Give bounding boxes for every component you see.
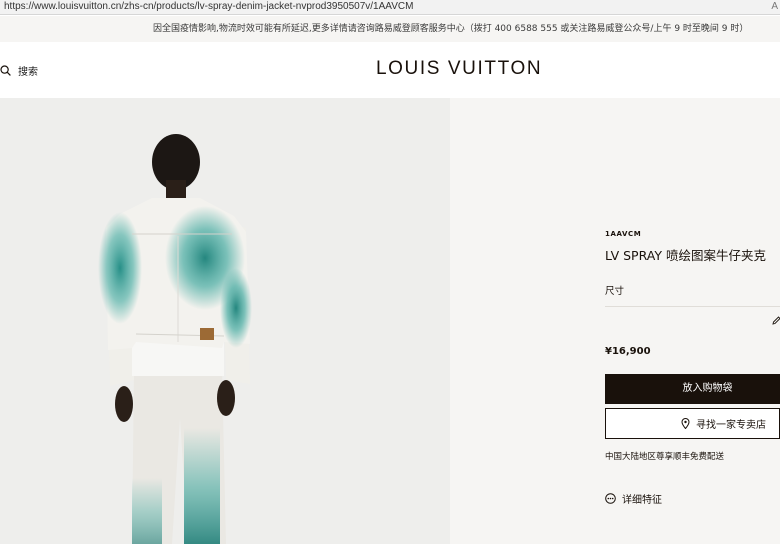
edit-pencil-icon[interactable] — [772, 316, 780, 325]
product-photo — [0, 98, 450, 544]
search-label: 搜索 — [18, 67, 38, 78]
find-store-button[interactable]: 寻找一家专卖店 — [605, 408, 780, 439]
search-icon — [0, 65, 11, 76]
product-details-link[interactable]: 详细特征 — [605, 491, 662, 506]
notice-banner: 因全国疫情影响,物流时效可能有所延迟,更多详情请咨询路易威登顾客服务中心（拨打 … — [0, 16, 780, 42]
model-illustration — [98, 134, 252, 544]
more-dots-icon — [605, 493, 616, 504]
product-title: LV SPRAY 喷绘图案牛仔夹克 — [605, 248, 766, 263]
size-selector-label[interactable]: 尺寸 — [605, 283, 624, 297]
divider — [605, 306, 780, 307]
delivery-info: 中国大陆地区尊享顺丰免费配送 — [605, 452, 725, 462]
louis-vuitton-logo[interactable]: LOUIS VUITTON — [376, 58, 542, 80]
search-button[interactable]: 搜索 — [0, 63, 38, 78]
site-header: 搜索 LOUIS VUITTON — [0, 42, 780, 98]
details-label: 详细特征 — [622, 495, 662, 506]
add-to-bag-button[interactable]: 放入购物袋 — [605, 374, 780, 404]
address-bar-edge-glyph: A — [771, 1, 778, 12]
location-pin-icon — [681, 418, 690, 429]
find-store-label: 寻找一家专卖店 — [696, 420, 766, 431]
product-price: ¥16,900 — [605, 346, 651, 357]
product-info-panel: 1AAVCM LV SPRAY 喷绘图案牛仔夹克 尺寸 ¥16,900 放入购物… — [450, 98, 780, 544]
product-sku: 1AAVCM — [605, 230, 642, 238]
notice-text: 因全国疫情影响,物流时效可能有所延迟,更多详情请咨询路易威登顾客服务中心（拨打 … — [153, 24, 749, 34]
browser-address-bar[interactable]: https://www.louisvuitton.cn/zhs-cn/produ… — [0, 0, 780, 15]
url-text[interactable]: https://www.louisvuitton.cn/zhs-cn/produ… — [4, 1, 413, 12]
